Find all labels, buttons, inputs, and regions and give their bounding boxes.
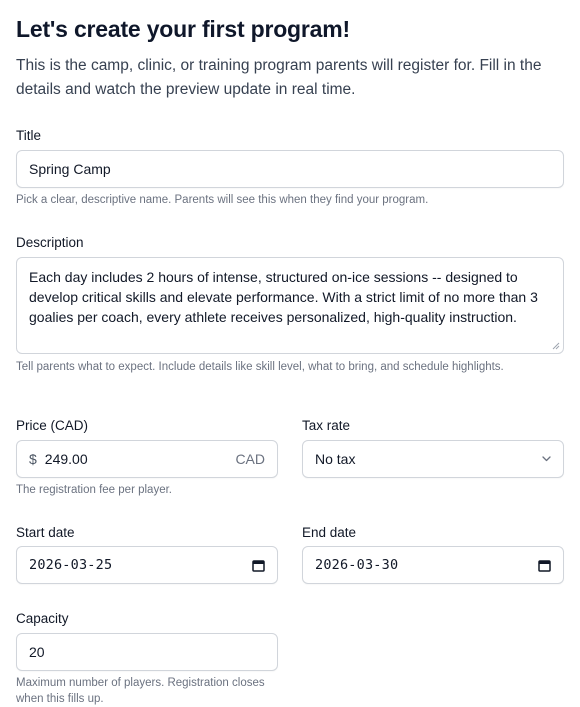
currency-suffix: CAD — [235, 451, 265, 467]
capacity-value: 20 — [29, 644, 45, 660]
calendar-icon[interactable] — [252, 559, 265, 572]
tax-rate-label: Tax rate — [302, 418, 351, 433]
title-input[interactable]: Spring Camp — [16, 150, 564, 188]
page-intro: This is the camp, clinic, or training pr… — [16, 57, 542, 98]
title-input-value: Spring Camp — [29, 161, 111, 177]
start-date-input[interactable]: 2026-03-25 — [16, 546, 278, 584]
description-label: Description — [16, 235, 84, 250]
price-input[interactable]: $ 249.00 CAD — [16, 440, 278, 478]
tax-rate-select[interactable]: No tax — [302, 440, 564, 478]
price-help: The registration fee per player. — [16, 484, 172, 496]
title-help: Pick a clear, descriptive name. Parents … — [16, 194, 429, 206]
start-date-value: 2026-03-25 — [29, 557, 113, 573]
end-date-value: 2026-03-30 — [315, 557, 399, 573]
description-value: Each day includes 2 hours of intense, st… — [29, 269, 538, 325]
page-title: Let's create your first program! — [16, 16, 350, 42]
resize-handle-icon[interactable] — [552, 342, 560, 350]
currency-prefix: $ — [29, 451, 37, 467]
capacity-label: Capacity — [16, 611, 69, 626]
end-date-input[interactable]: 2026-03-30 — [302, 546, 564, 584]
capacity-help: Maximum number of players. Registration … — [16, 677, 265, 705]
start-date-label: Start date — [16, 525, 75, 540]
tax-rate-selected: No tax — [315, 451, 356, 467]
calendar-icon[interactable] — [538, 559, 551, 572]
title-label: Title — [16, 128, 42, 143]
price-label: Price (CAD) — [16, 418, 89, 433]
capacity-input[interactable]: 20 — [16, 633, 278, 671]
description-help: Tell parents what to expect. Include det… — [16, 361, 504, 373]
description-textarea[interactable]: Each day includes 2 hours of intense, st… — [16, 257, 564, 354]
end-date-label: End date — [302, 525, 357, 540]
chevron-down-icon — [541, 454, 551, 464]
price-value: 249.00 — [44, 451, 88, 467]
